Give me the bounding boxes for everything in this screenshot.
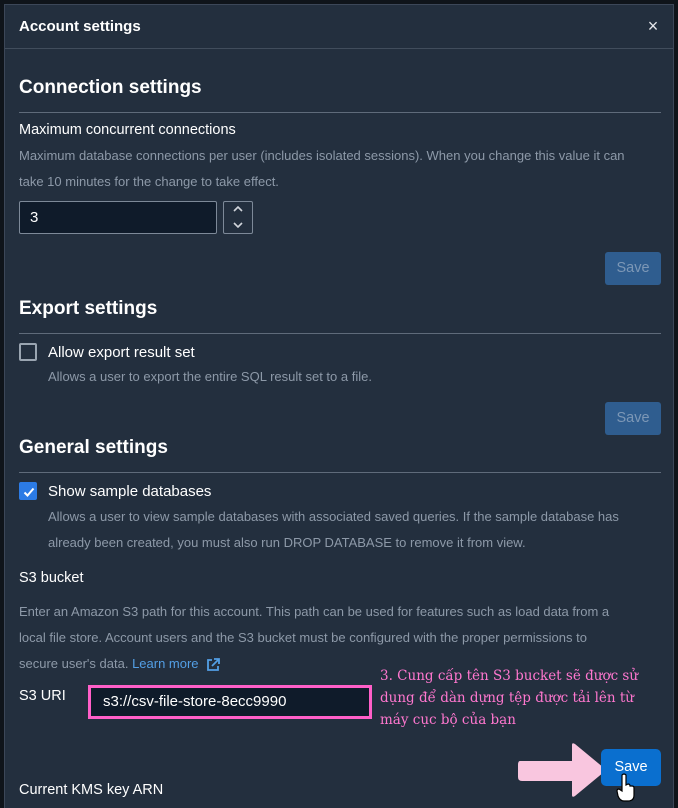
chevron-down-icon[interactable] — [224, 218, 252, 233]
learn-more-link[interactable]: Learn more — [132, 656, 198, 671]
dialog-header: Account settings × — [5, 5, 673, 49]
annotation-line1: 3. Cung cấp tên S3 bucket sẽ được sử — [380, 668, 639, 684]
close-icon[interactable]: × — [643, 16, 663, 36]
s3-desc-line2: local file store. Account users and the … — [19, 630, 587, 645]
show-sample-databases-label: Show sample databases — [48, 483, 212, 500]
max-connections-desc-line1: Maximum database connections per user (i… — [19, 148, 625, 163]
export-save-button[interactable]: Save — [605, 402, 661, 435]
divider — [19, 472, 661, 473]
account-settings-dialog: Account settings × Connection settings M… — [4, 4, 674, 808]
s3-uri-label: S3 URI — [19, 688, 66, 704]
chevron-up-icon[interactable] — [224, 202, 252, 217]
max-connections-stepper[interactable] — [223, 201, 253, 234]
kms-key-label: Current KMS key ARN — [19, 782, 164, 798]
hand-cursor-icon — [616, 773, 635, 802]
annotation-line2: dụng để dàn dựng tệp được tải lên từ — [380, 690, 635, 706]
s3-uri-input[interactable]: s3://csv-file-store-8ecc9990 — [88, 685, 372, 719]
allow-export-checkbox[interactable] — [19, 343, 37, 361]
dialog-title: Account settings — [19, 18, 141, 35]
max-connections-input[interactable]: 3 — [19, 201, 217, 234]
allow-export-label: Allow export result set — [48, 344, 195, 361]
export-settings-title: Export settings — [19, 298, 158, 319]
divider — [19, 112, 661, 113]
connection-save-button[interactable]: Save — [605, 252, 661, 285]
s3-bucket-heading: S3 bucket — [19, 570, 84, 586]
allow-export-description: Allows a user to export the entire SQL r… — [48, 369, 372, 384]
s3-desc-line1: Enter an Amazon S3 path for this account… — [19, 604, 610, 619]
sample-desc-line2: already been created, you must also run … — [48, 535, 526, 550]
check-icon — [23, 487, 35, 497]
general-settings-title: General settings — [19, 437, 168, 458]
arrow-icon — [518, 743, 606, 797]
connection-settings-title: Connection settings — [19, 77, 202, 98]
max-connections-description: Maximum database connections per user (i… — [19, 143, 659, 195]
external-link-icon[interactable] — [205, 657, 221, 673]
sample-desc-line1: Allows a user to view sample databases w… — [48, 509, 619, 524]
show-sample-databases-checkbox[interactable] — [19, 482, 37, 500]
annotation-line3: máy cục bộ của bạn — [380, 712, 516, 728]
show-sample-databases-description: Allows a user to view sample databases w… — [48, 504, 660, 556]
divider — [19, 333, 661, 334]
max-connections-desc-line2: take 10 minutes for the change to take e… — [19, 174, 279, 189]
annotation-note: 3. Cung cấp tên S3 bucket sẽ được sử dụn… — [380, 665, 670, 731]
s3-desc-line3-text: secure user's data. — [19, 656, 129, 671]
max-connections-label: Maximum concurrent connections — [19, 122, 236, 138]
